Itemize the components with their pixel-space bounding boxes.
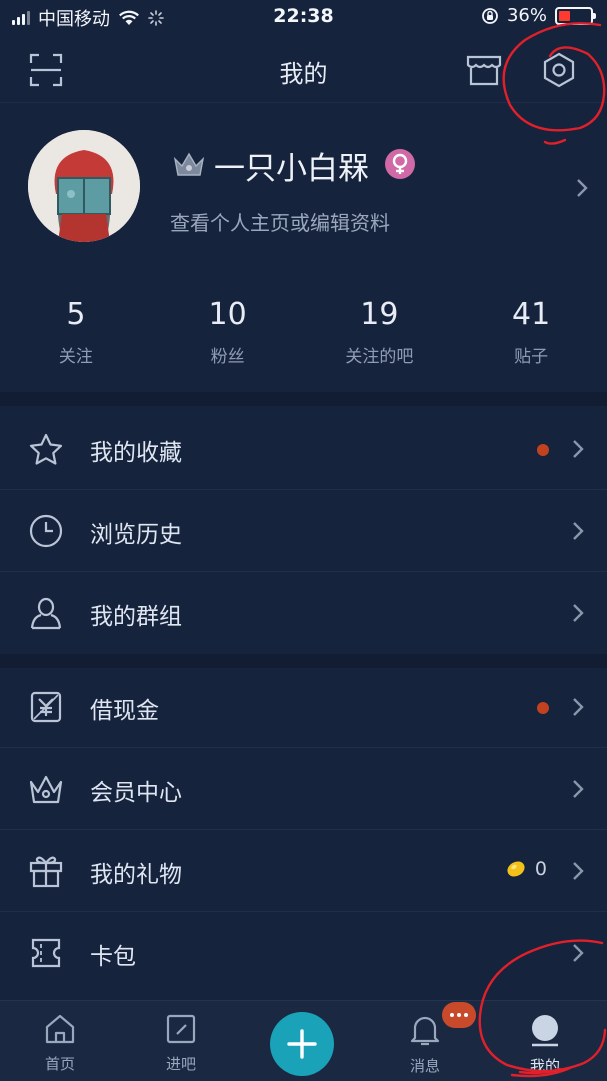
menu-item-vip-center[interactable]: 会员中心	[0, 748, 607, 830]
profile-subtitle: 查看个人主页或编辑资料	[170, 211, 390, 235]
ticket-icon	[26, 933, 66, 973]
rotation-lock-icon	[482, 7, 498, 24]
store-icon[interactable]	[464, 50, 504, 90]
person-icon	[26, 593, 66, 633]
menu-label: 我的收藏	[90, 440, 182, 466]
menu-label: 我的礼物	[90, 862, 182, 888]
star-icon	[26, 429, 66, 469]
menu-label: 借现金	[90, 698, 159, 724]
plus-icon	[287, 1029, 317, 1059]
menu-label: 卡包	[90, 944, 136, 970]
gift-count: 0	[505, 858, 547, 880]
chevron-right-icon	[573, 522, 584, 540]
gift-icon	[26, 851, 66, 891]
tab-home[interactable]: 首页	[20, 1013, 100, 1074]
message-badge	[442, 1002, 476, 1028]
home-icon	[45, 1014, 75, 1044]
tab-enter-bar[interactable]: 进吧	[141, 1013, 221, 1074]
notification-dot	[537, 702, 549, 714]
menu-item-card-pack[interactable]: 卡包	[0, 912, 607, 994]
menu-item-favorites[interactable]: 我的收藏	[0, 408, 607, 490]
post-button[interactable]	[270, 1012, 334, 1076]
chevron-right-icon	[577, 179, 588, 197]
crown-icon	[173, 152, 205, 176]
chevron-right-icon	[573, 780, 584, 798]
menu-label: 会员中心	[90, 780, 182, 806]
menu-label: 我的群组	[90, 604, 182, 630]
stats-row: 5 关注 10 粉丝 19 关注的吧 41 贴子	[0, 290, 607, 380]
battery-percent: 36%	[506, 5, 547, 26]
chevron-right-icon	[573, 604, 584, 622]
chevron-right-icon	[573, 944, 584, 962]
battery-icon	[555, 6, 596, 25]
avatar[interactable]	[28, 130, 140, 242]
notification-dot	[537, 444, 549, 456]
nav-bar: 我的	[0, 34, 607, 103]
profile-icon	[532, 1015, 558, 1047]
bell-icon	[410, 1016, 440, 1046]
clock-icon	[26, 511, 66, 551]
menu-item-groups[interactable]: 我的群组	[0, 572, 607, 654]
profile-card[interactable]: 一只小白槑 查看个人主页或编辑资料	[0, 103, 607, 273]
stat-followed-bars[interactable]: 19 关注的吧	[304, 290, 456, 380]
chevron-right-icon	[573, 440, 584, 458]
chevron-right-icon	[573, 862, 584, 880]
tab-mine[interactable]: 我的	[505, 1013, 585, 1076]
stat-posts[interactable]: 41 贴子	[455, 290, 607, 380]
section-divider	[0, 392, 607, 406]
crown-outline-icon	[26, 769, 66, 809]
chevron-right-icon	[573, 698, 584, 716]
username: 一只小白槑	[214, 151, 369, 187]
menu-item-history[interactable]: 浏览历史	[0, 490, 607, 572]
menu-label: 浏览历史	[90, 522, 182, 548]
stat-followers[interactable]: 10 粉丝	[152, 290, 304, 380]
menu-item-borrow-cash[interactable]: 借现金	[0, 666, 607, 748]
coin-icon	[507, 861, 525, 877]
yuan-card-icon	[26, 687, 66, 727]
status-bar: 中国移动 22:38 36%	[0, 0, 607, 34]
female-icon	[385, 149, 415, 179]
page-title: 我的	[279, 60, 328, 88]
stat-following[interactable]: 5 关注	[0, 290, 152, 380]
enter-bar-icon	[166, 1014, 196, 1044]
menu-item-gifts[interactable]: 我的礼物 0	[0, 830, 607, 912]
settings-icon[interactable]	[539, 50, 579, 90]
